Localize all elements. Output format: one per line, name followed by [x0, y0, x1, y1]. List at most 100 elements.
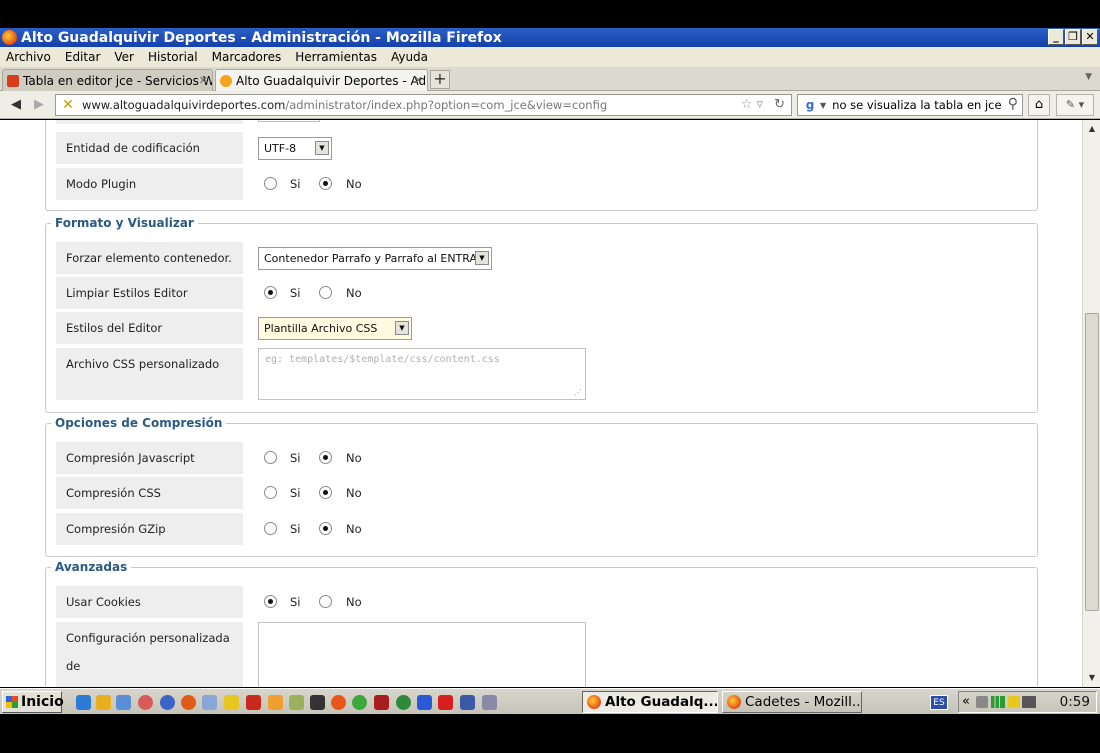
resize-grip-icon[interactable]: ⋰ [574, 388, 582, 397]
clipped-select[interactable] [258, 120, 320, 122]
url-host: www.altoguadalquivirdeportes.com [82, 98, 286, 112]
section-title: Opciones de Compresión [55, 416, 223, 430]
radio-si[interactable] [264, 451, 277, 464]
back-icon[interactable]: ◀ [6, 95, 26, 115]
clock: 0:59 [1059, 694, 1090, 710]
field-label: Archivo CSS personalizado [56, 348, 243, 400]
quicklaunch-icon[interactable] [289, 695, 304, 710]
quicklaunch-icon[interactable] [460, 695, 475, 710]
field-label: Entidad de codificación [56, 132, 243, 164]
tab-bar: Tabla en editor jce - Servicios We... ✕ … [0, 67, 1100, 92]
encoding-select[interactable]: UTF-8 ▼ [258, 137, 332, 160]
filezilla-icon[interactable] [246, 695, 261, 710]
search-input-value: no se visualiza la tabla en jce [832, 98, 1002, 112]
list-all-tabs-icon[interactable]: ▼ [1085, 72, 1092, 82]
quicklaunch-icon[interactable] [374, 695, 389, 710]
restore-button[interactable]: ❐ [1065, 29, 1081, 45]
menu-archivo[interactable]: Archivo [6, 50, 51, 64]
vertical-scrollbar[interactable]: ▲ ▼ [1082, 120, 1100, 687]
menu-historial[interactable]: Historial [148, 50, 198, 64]
container-element-select[interactable]: Contenedor Parrafo y Parrafo al ENTRAR ▼ [258, 247, 492, 270]
dropdown-arrow-icon: ▼ [315, 141, 329, 155]
radio-no[interactable] [319, 486, 332, 499]
tray-expand-icon[interactable]: « [962, 692, 970, 712]
reload-icon[interactable]: ↻ [774, 97, 785, 112]
taskbar-item-cadetes[interactable]: Cadetes - Mozill... [722, 691, 862, 713]
close-button[interactable]: ✕ [1082, 29, 1098, 45]
quicklaunch-icon[interactable] [224, 695, 239, 710]
scroll-down-icon[interactable]: ▼ [1085, 671, 1099, 685]
url-path: /administrator/index.php?option=com_jce&… [285, 98, 608, 112]
quicklaunch-icon[interactable] [138, 695, 153, 710]
radio-si[interactable] [264, 522, 277, 535]
section-title: Formato y Visualizar [55, 216, 194, 230]
quicklaunch-icon[interactable] [396, 695, 411, 710]
row-usar-cookies: Usar Cookies Si No [56, 586, 1026, 618]
ie-icon[interactable] [76, 695, 91, 710]
radio-no[interactable] [319, 177, 332, 190]
textarea-placeholder: eg: templates/$template/css/content.css [265, 354, 500, 365]
radio-no[interactable] [319, 522, 332, 535]
taskbar-item-alto-guadalquivir[interactable]: Alto Guadalq... [582, 691, 718, 713]
row-modo-plugin: Modo Plugin Si No [56, 168, 1026, 200]
row-limpiar-estilos: Limpiar Estilos Editor Si No [56, 277, 1026, 309]
radio-no[interactable] [319, 451, 332, 464]
tab-close-icon[interactable]: ✕ [414, 74, 423, 87]
quicklaunch-icon[interactable] [202, 695, 217, 710]
custom-css-textarea[interactable]: eg: templates/$template/css/content.css … [258, 348, 586, 400]
scrollbar-thumb[interactable] [1085, 313, 1099, 611]
quicklaunch-icon[interactable] [438, 695, 453, 710]
radio-no[interactable] [319, 286, 332, 299]
radio-si[interactable] [264, 177, 277, 190]
select-value: Plantilla Archivo CSS [264, 322, 378, 335]
radio-si[interactable] [264, 286, 277, 299]
monitor-icon[interactable] [1022, 696, 1036, 708]
bookmark-star-icon[interactable]: ☆ ▿ [741, 97, 763, 112]
radio-si[interactable] [264, 486, 277, 499]
radio-si[interactable] [264, 595, 277, 608]
radio-no[interactable] [319, 595, 332, 608]
field-label: Estilos del Editor [56, 312, 243, 344]
new-tab-button[interactable]: + [430, 70, 450, 89]
scroll-up-icon[interactable]: ▲ [1085, 122, 1099, 136]
quicklaunch-icon[interactable] [181, 695, 196, 710]
minimize-button[interactable]: _ [1048, 29, 1064, 45]
search-bar[interactable]: g ▼ no se visualiza la tabla en jce ⚲ [797, 94, 1023, 116]
menu-ver[interactable]: Ver [114, 50, 134, 64]
quicklaunch-icon[interactable] [160, 695, 175, 710]
quicklaunch-icon[interactable] [116, 695, 131, 710]
editor-styles-select[interactable]: Plantilla Archivo CSS ▼ [258, 317, 412, 340]
clipped-row [56, 120, 1026, 124]
firefox-icon [727, 695, 741, 709]
volume-icon[interactable] [976, 696, 988, 708]
page-content: Entidad de codificación UTF-8 ▼ Modo Plu… [0, 120, 1082, 687]
menu-ayuda[interactable]: Ayuda [391, 50, 428, 64]
firefox-quicklaunch-icon[interactable] [331, 695, 346, 710]
search-icon[interactable]: ⚲ [1008, 96, 1018, 112]
tab-alto-guadalquivir[interactable]: Alto Guadalquivir Deportes - Admi... ✕ [215, 69, 428, 92]
quicklaunch-icon[interactable] [96, 695, 111, 710]
home-icon[interactable]: ⌂ [1028, 94, 1050, 116]
menu-editar[interactable]: Editar [65, 50, 101, 64]
menu-herramientas[interactable]: Herramientas [295, 50, 377, 64]
tray-icon[interactable] [1008, 696, 1020, 708]
search-engine-dropdown-icon[interactable]: ▼ [820, 101, 826, 110]
google-icon[interactable]: g [802, 97, 818, 113]
quicklaunch-icon[interactable] [310, 695, 325, 710]
start-button[interactable]: Inicio [2, 691, 64, 713]
forward-icon[interactable]: ▶ [29, 95, 49, 115]
menu-marcadores[interactable]: Marcadores [212, 50, 282, 64]
quicklaunch-icon[interactable] [352, 695, 367, 710]
tab-servicios-web[interactable]: Tabla en editor jce - Servicios We... ✕ [2, 69, 213, 91]
custom-variables-textarea[interactable] [258, 622, 586, 687]
language-indicator[interactable]: ES [930, 695, 948, 710]
quicklaunch-icon[interactable] [482, 695, 497, 710]
tab-close-icon[interactable]: ✕ [199, 74, 208, 87]
row-entidad-codificacion: Entidad de codificación UTF-8 ▼ [56, 132, 1026, 164]
url-bar[interactable]: ✕ www.altoguadalquivirdeportes.com/admin… [55, 94, 792, 116]
quicklaunch-icon[interactable] [268, 695, 283, 710]
network-signal-icon[interactable] [991, 696, 1005, 708]
bluetooth-icon[interactable] [417, 695, 432, 710]
addon-icon[interactable]: ✎ ▾ [1056, 94, 1094, 116]
field-label: Forzar elemento contenedor. [56, 242, 243, 274]
